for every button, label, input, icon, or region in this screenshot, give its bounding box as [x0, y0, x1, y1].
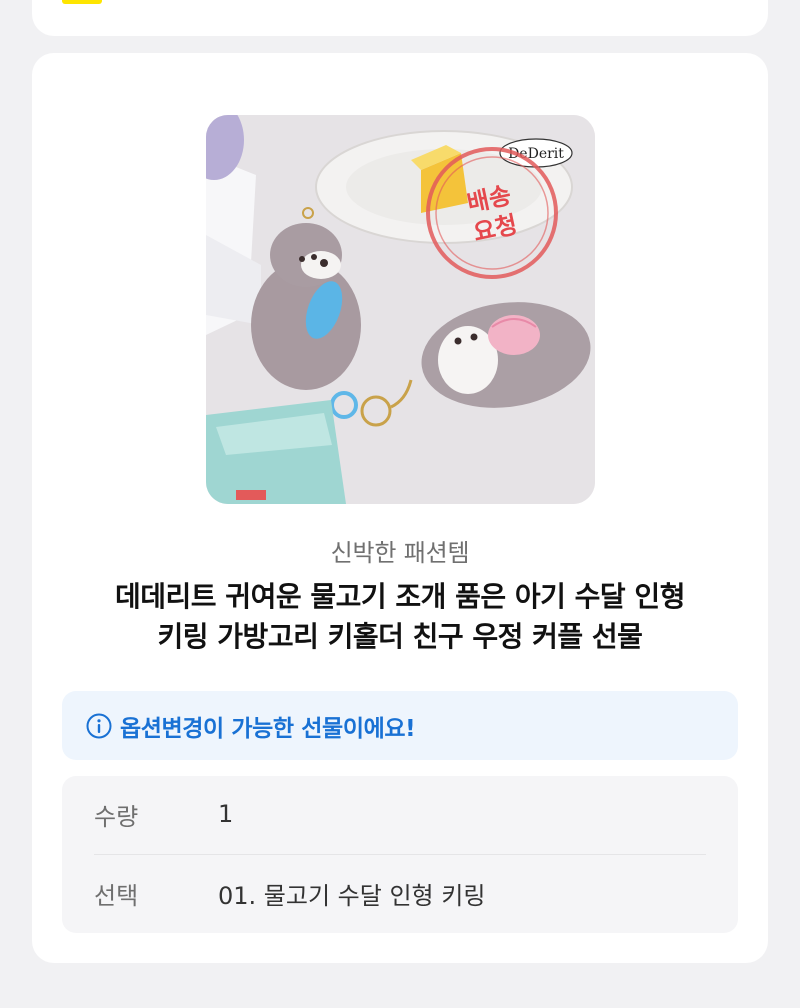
option-value: 01. 물고기 수달 인형 키링: [218, 881, 486, 910]
quantity-value: 1: [218, 800, 234, 828]
quantity-label: 수량: [94, 802, 139, 831]
quantity-row: 수량 1: [94, 794, 706, 834]
info-icon: [86, 713, 112, 738]
product-title: 데데리트 귀여운 물고기 조개 품은 아기 수달 인형 키링 가방고리 키홀더 …: [62, 577, 738, 657]
previous-card: [32, 0, 768, 36]
product-title-line2: 키링 가방고리 키홀더 친구 우정 커플 선물: [157, 620, 643, 653]
order-detail-box: 수량 1 선택 01. 물고기 수달 인형 키링: [62, 776, 738, 933]
option-row: 선택 01. 물고기 수달 인형 키링: [94, 873, 706, 913]
option-notice-text: 옵션변경이 가능한 선물이에요!: [120, 715, 416, 742]
product-title-line1: 데데리트 귀여운 물고기 조개 품은 아기 수달 인형: [115, 580, 685, 613]
product-image[interactable]: DeDerit 배송 요청: [206, 115, 595, 504]
detail-divider: [94, 854, 706, 855]
kakao-badge: [62, 0, 102, 4]
gift-product-card: DeDerit 배송 요청 신박한 패션템 데데리트 귀여운 물고기 조개 품은…: [32, 53, 768, 963]
option-label: 선택: [94, 881, 139, 910]
brand-name: 신박한 패션템: [330, 539, 470, 567]
option-change-notice: 옵션변경이 가능한 선물이에요!: [62, 691, 738, 760]
